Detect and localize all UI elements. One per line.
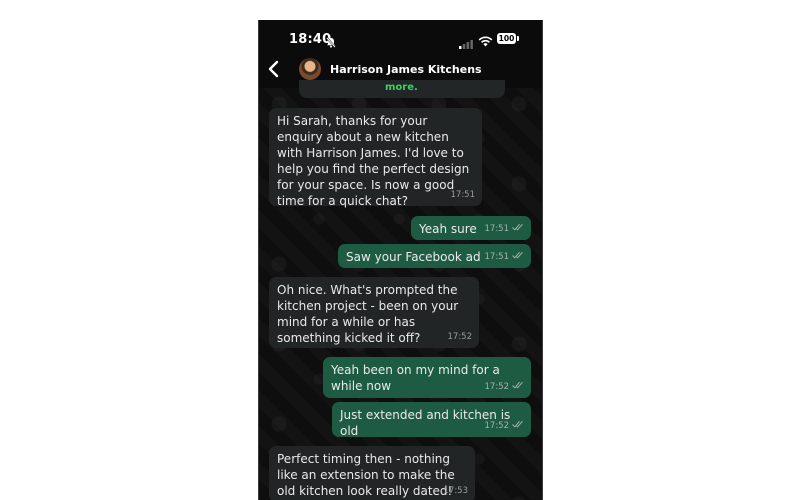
message-bubble-outgoing[interactable]: Just extended and kitchen is old 17:52 bbox=[332, 402, 531, 438]
wifi-icon bbox=[478, 32, 493, 51]
cellular-signal-icon bbox=[459, 34, 473, 53]
message-bubble-outgoing[interactable]: Saw your Facebook ad 17:51 bbox=[338, 244, 531, 268]
message-meta: 17:51 bbox=[485, 249, 525, 265]
message-time: 17:52 bbox=[484, 421, 510, 431]
message-time: 17:52 bbox=[484, 382, 510, 392]
message-meta: 17:51 bbox=[485, 221, 525, 237]
battery-indicator: 100 bbox=[497, 33, 516, 44]
message-bubble-outgoing[interactable]: Yeah been on my mind for a while now 17:… bbox=[323, 357, 531, 398]
back-chevron-icon[interactable] bbox=[267, 60, 281, 82]
double-check-icon bbox=[512, 379, 524, 395]
message-time: 17:53 bbox=[443, 486, 469, 496]
read-more-link[interactable]: more. bbox=[385, 82, 418, 93]
message-meta: 17:52 bbox=[485, 379, 525, 395]
message-time: 17:51 bbox=[484, 224, 510, 234]
double-check-icon bbox=[512, 221, 524, 237]
message-meta: 17:51 bbox=[451, 187, 476, 203]
status-bar: 18:40 100 bbox=[259, 20, 542, 56]
phone-screen: 18:40 100 Harrison James Kitchens more. … bbox=[258, 20, 543, 500]
message-time: 17:51 bbox=[484, 252, 510, 262]
message-bubble-incoming[interactable]: Perfect timing then - nothing like an ex… bbox=[269, 446, 475, 500]
message-time: 17:52 bbox=[447, 332, 473, 342]
message-meta: 17:52 bbox=[448, 329, 473, 345]
message-text: Perfect timing then - nothing like an ex… bbox=[277, 452, 455, 498]
message-bubble-incoming[interactable]: Oh nice. What's prompted the kitchen pro… bbox=[269, 277, 479, 348]
message-meta: 17:53 bbox=[444, 483, 469, 499]
contact-avatar[interactable] bbox=[299, 58, 321, 80]
message-meta: 17:52 bbox=[485, 418, 525, 434]
message-bubble-outgoing[interactable]: Yeah sure 17:51 bbox=[411, 216, 531, 240]
bell-muted-icon bbox=[326, 33, 336, 52]
message-text: Hi Sarah, thanks for your enquiry about … bbox=[277, 114, 470, 208]
double-check-icon bbox=[512, 249, 524, 265]
battery-tip bbox=[517, 36, 519, 41]
message-text: Oh nice. What's prompted the kitchen pro… bbox=[277, 283, 459, 345]
message-time: 17:51 bbox=[450, 190, 476, 200]
contact-name[interactable]: Harrison James Kitchens bbox=[330, 63, 482, 76]
message-bubble-incoming[interactable]: Hi Sarah, thanks for your enquiry about … bbox=[269, 108, 482, 208]
double-check-icon bbox=[512, 418, 524, 434]
